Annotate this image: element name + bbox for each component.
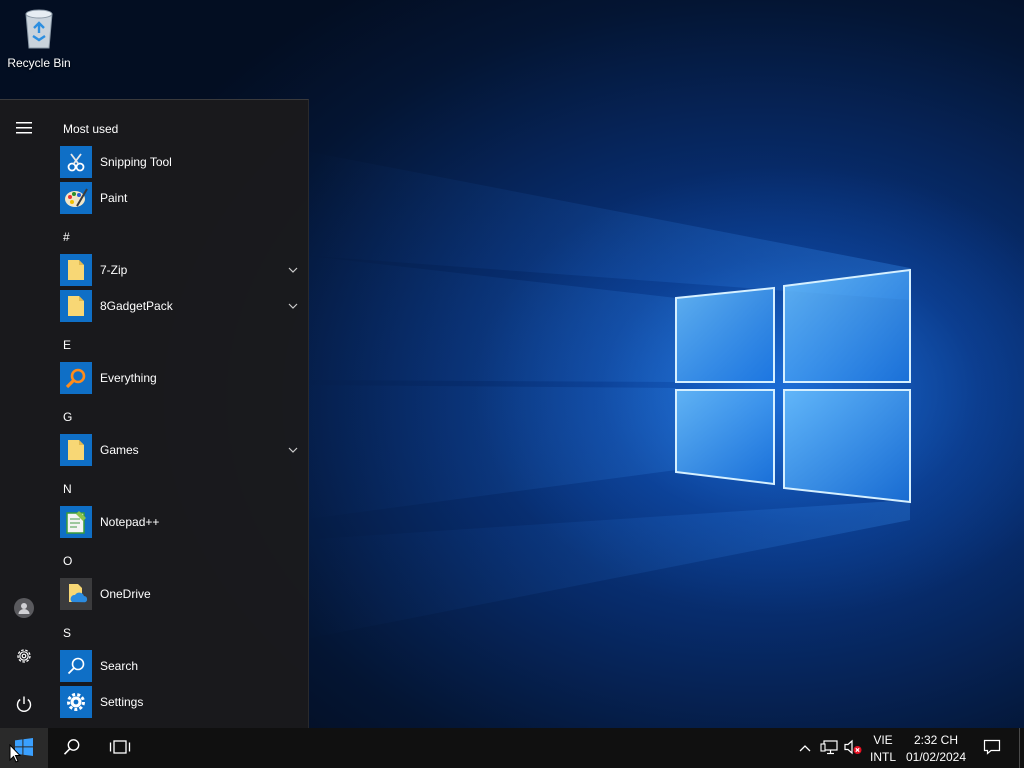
app-paint[interactable]: Paint (60, 180, 300, 216)
taskbar-search-button[interactable] (52, 728, 92, 768)
app-label: Everything (100, 371, 157, 385)
chevron-up-icon (799, 741, 811, 755)
power-icon (15, 695, 33, 716)
app-onedrive[interactable]: OneDrive (60, 576, 300, 612)
language-code: VIE (873, 733, 893, 747)
app-list: Most used Snipping Tool Paint # 7-Zip 8G… (48, 100, 308, 728)
gear-icon (15, 647, 33, 668)
app-label: Settings (100, 695, 144, 709)
settings-button[interactable] (0, 637, 48, 677)
power-button[interactable] (0, 685, 48, 725)
folder-icon (60, 434, 92, 466)
user-account-icon (14, 597, 34, 621)
hamburger-menu-icon (16, 121, 32, 137)
show-desktop-button[interactable] (1019, 728, 1024, 768)
app-snipping-tool[interactable]: Snipping Tool (60, 144, 300, 180)
group-header-g[interactable]: G (63, 407, 72, 427)
folder-icon (60, 254, 92, 286)
app-label: 7-Zip (100, 263, 128, 277)
chevron-down-icon[interactable] (286, 299, 300, 313)
clock[interactable]: 2:32 CH 01/02/2024 (903, 731, 969, 767)
keyboard-layout: INTL (869, 750, 896, 764)
start-menu: Most used Snipping Tool Paint # 7-Zip 8G… (0, 99, 309, 728)
chevron-down-icon[interactable] (286, 263, 300, 277)
app-label: Snipping Tool (100, 155, 172, 169)
group-header-e[interactable]: E (63, 335, 71, 355)
clock-time: 2:32 CH (913, 733, 959, 747)
app-7-zip[interactable]: 7-Zip (60, 252, 300, 288)
user-account-button[interactable] (0, 589, 48, 629)
group-header-n[interactable]: N (63, 479, 72, 499)
group-header-s[interactable]: S (63, 623, 71, 643)
app-label: Search (100, 659, 139, 673)
volume-button[interactable] (842, 728, 864, 768)
app-search[interactable]: Search (60, 648, 300, 684)
folder-icon (60, 290, 92, 322)
volume-muted-icon (843, 739, 863, 758)
group-header-hash[interactable]: # (63, 227, 70, 247)
app-label: Games (100, 443, 139, 457)
magnifier-icon (60, 362, 92, 394)
most-used-header: Most used (63, 122, 119, 136)
app-label: Paint (100, 191, 128, 205)
mouse-cursor-icon (9, 744, 21, 763)
snipping-tool-icon (60, 146, 92, 178)
taskbar: VIE INTL 2:32 CH 01/02/2024 (0, 728, 1024, 768)
paint-icon (60, 182, 92, 214)
app-label: Notepad++ (100, 515, 160, 529)
desktop-icon-recycle-bin[interactable]: Recycle Bin (4, 6, 74, 76)
chevron-down-icon[interactable] (286, 443, 300, 457)
group-header-o[interactable]: O (63, 551, 72, 571)
gear-icon (60, 686, 92, 718)
start-button[interactable] (0, 728, 48, 768)
input-language-indicator[interactable]: VIE INTL (866, 731, 900, 767)
app-settings[interactable]: Settings (60, 684, 300, 720)
task-view-icon (109, 739, 131, 758)
expand-menu-button[interactable] (0, 109, 48, 149)
action-center-icon (983, 739, 1001, 758)
recycle-bin-label: Recycle Bin (7, 56, 71, 70)
app-8gadgetpack[interactable]: 8GadgetPack (60, 288, 300, 324)
task-view-button[interactable] (100, 728, 140, 768)
show-hidden-icons-button[interactable] (795, 728, 815, 768)
app-label: OneDrive (100, 587, 151, 601)
app-games[interactable]: Games (60, 432, 300, 468)
search-icon (60, 650, 92, 682)
recycle-bin-icon (19, 6, 59, 53)
network-button[interactable] (818, 728, 840, 768)
search-icon (63, 738, 81, 759)
action-center-button[interactable] (976, 728, 1008, 768)
onedrive-icon (60, 578, 92, 610)
clock-date: 01/02/2024 (905, 750, 967, 764)
notepad-plus-plus-icon (60, 506, 92, 538)
network-icon (820, 739, 838, 758)
app-everything[interactable]: Everything (60, 360, 300, 396)
app-label: 8GadgetPack (100, 299, 173, 313)
app-notepad-plus-plus[interactable]: Notepad++ (60, 504, 300, 540)
start-menu-rail (0, 100, 48, 728)
